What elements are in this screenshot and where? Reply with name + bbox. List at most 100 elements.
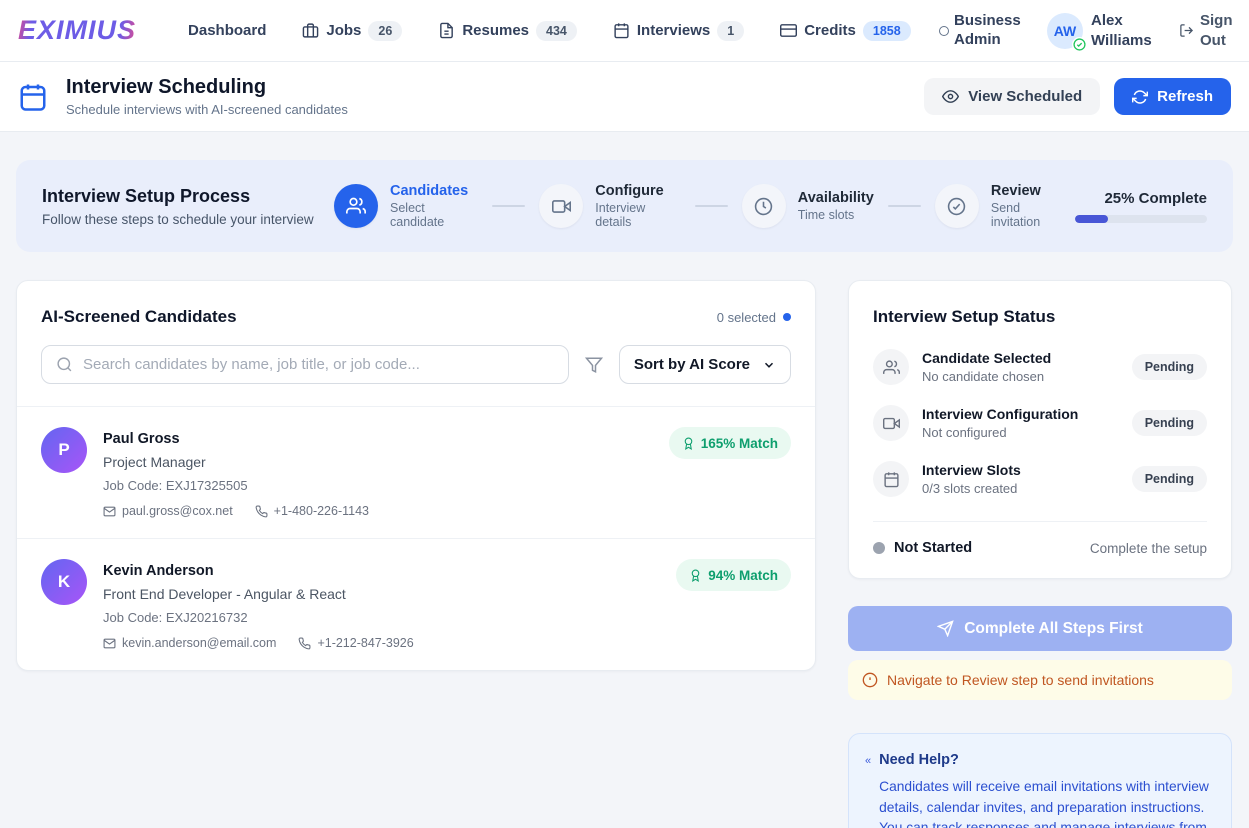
overall-status-label: Not Started xyxy=(894,540,972,556)
nav-interviews-label: Interviews xyxy=(637,22,710,39)
overall-status-hint: Complete the setup xyxy=(1090,541,1207,556)
nav-dashboard[interactable]: Dashboard xyxy=(188,22,266,39)
candidate-row[interactable]: K Kevin Anderson Front End Developer - A… xyxy=(17,538,815,670)
phone-icon xyxy=(255,505,268,518)
progress-label: 25% Complete xyxy=(1075,190,1207,207)
candidate-avatar: P xyxy=(41,427,87,473)
step-connector xyxy=(695,205,728,207)
step-sublabel: Select candidate xyxy=(390,201,478,229)
step-connector xyxy=(492,205,525,207)
status-subtitle: No candidate chosen xyxy=(922,369,1132,384)
setup-process-banner: Interview Setup Process Follow these ste… xyxy=(16,160,1233,252)
match-score-text: 165% Match xyxy=(701,436,778,451)
right-column: Interview Setup Status Candidate Selecte… xyxy=(848,280,1232,828)
candidate-job-code: Job Code: EXJ20216732 xyxy=(103,610,676,625)
candidate-job-code: Job Code: EXJ17325505 xyxy=(103,478,669,493)
nav-credits-label: Credits xyxy=(804,22,856,39)
warning-text: Navigate to Review step to send invitati… xyxy=(887,672,1154,688)
header-actions: View Scheduled Refresh xyxy=(924,78,1231,115)
users-icon xyxy=(873,349,909,385)
refresh-icon xyxy=(1132,89,1148,105)
view-scheduled-button[interactable]: View Scheduled xyxy=(924,78,1100,115)
avatar: AW xyxy=(1047,13,1083,49)
search-input[interactable] xyxy=(83,356,554,373)
status-text: Interview Configuration Not configured xyxy=(922,406,1132,440)
clock-icon xyxy=(742,184,786,228)
jobs-count-badge: 26 xyxy=(368,21,402,41)
filter-icon[interactable] xyxy=(585,356,603,374)
nav-items: Dashboard Jobs 26 Resumes 434 Interviews… xyxy=(188,21,911,41)
step-configure[interactable]: Configure Interview details xyxy=(539,183,681,229)
step-label: Review xyxy=(991,183,1069,199)
status-item-candidate: Candidate Selected No candidate chosen P… xyxy=(873,349,1207,385)
candidate-role: Project Manager xyxy=(103,454,669,470)
candidate-role: Front End Developer - Angular & React xyxy=(103,586,676,602)
status-item-configuration: Interview Configuration Not configured P… xyxy=(873,405,1207,441)
setup-status-title: Interview Setup Status xyxy=(873,307,1207,327)
status-badge: Pending xyxy=(1132,410,1207,436)
users-icon xyxy=(334,184,378,228)
calendar-icon xyxy=(873,461,909,497)
selected-count: 0 selected xyxy=(717,310,791,325)
warning-banner: Navigate to Review step to send invitati… xyxy=(848,660,1232,700)
nav-credits[interactable]: Credits 1858 xyxy=(780,21,911,41)
status-text: Interview Slots 0/3 slots created xyxy=(922,462,1132,496)
step-availability-text: Availability Time slots xyxy=(798,190,874,222)
credits-count-badge: 1858 xyxy=(863,21,911,41)
verified-check-icon xyxy=(1072,37,1087,52)
nav-interviews[interactable]: Interviews 1 xyxy=(613,21,744,41)
step-label: Candidates xyxy=(390,183,478,199)
phone-icon xyxy=(298,637,311,650)
setup-process-subtitle: Follow these steps to schedule your inte… xyxy=(42,212,334,227)
complete-all-steps-button[interactable]: Complete All Steps First xyxy=(848,606,1232,651)
refresh-button[interactable]: Refresh xyxy=(1114,78,1231,115)
step-review[interactable]: Review Send invitation xyxy=(935,183,1069,229)
sign-out-button[interactable]: Sign Out xyxy=(1179,11,1231,50)
nav-jobs-label: Jobs xyxy=(326,22,361,39)
candidate-name: Kevin Anderson xyxy=(103,559,676,579)
setup-progress: 25% Complete xyxy=(1075,190,1207,223)
help-title: Need Help? xyxy=(879,752,1213,768)
match-score-badge: 94% Match xyxy=(676,559,791,591)
video-camera-icon xyxy=(539,184,583,228)
status-subtitle: 0/3 slots created xyxy=(922,481,1132,496)
page-header: Interview Scheduling Schedule interviews… xyxy=(0,62,1249,132)
nav-dashboard-label: Dashboard xyxy=(188,22,266,39)
step-review-text: Review Send invitation xyxy=(991,183,1069,229)
match-score-badge: 165% Match xyxy=(669,427,791,459)
step-connector xyxy=(888,205,921,207)
mail-icon xyxy=(103,637,116,650)
log-out-icon xyxy=(1179,23,1194,38)
candidate-phone-text: +1-212-847-3926 xyxy=(317,636,413,650)
candidate-email-text: kevin.anderson@email.com xyxy=(122,636,276,650)
navbar-right: Business Admin AW Alex Williams Sign Out xyxy=(939,11,1231,50)
nav-jobs[interactable]: Jobs 26 xyxy=(302,21,402,41)
page-header-text: Interview Scheduling Schedule interviews… xyxy=(66,76,348,117)
user-name: Alex Williams xyxy=(1091,11,1155,50)
calendar-icon xyxy=(18,82,48,112)
candidate-contacts: kevin.anderson@email.com +1-212-847-3926 xyxy=(103,636,676,650)
role-label: Business Admin xyxy=(954,12,1023,50)
step-candidates[interactable]: Candidates Select candidate xyxy=(334,183,478,229)
status-item-slots: Interview Slots 0/3 slots created Pendin… xyxy=(873,461,1207,497)
refresh-label: Refresh xyxy=(1157,88,1213,105)
user-menu[interactable]: AW Alex Williams xyxy=(1047,11,1155,50)
status-footer: Not Started Complete the setup xyxy=(873,521,1207,556)
status-name: Interview Slots xyxy=(922,462,1132,478)
candidates-title: AI-Screened Candidates xyxy=(41,307,237,327)
step-sublabel: Interview details xyxy=(595,201,681,229)
candidate-row[interactable]: P Paul Gross Project Manager Job Code: E… xyxy=(17,406,815,538)
status-text: Candidate Selected No candidate chosen xyxy=(922,350,1132,384)
candidate-phone-text: +1-480-226-1143 xyxy=(274,504,369,518)
nav-resumes[interactable]: Resumes 434 xyxy=(438,21,577,41)
eximius-logo[interactable]: EXIMIUS xyxy=(18,15,136,46)
sort-select[interactable]: Sort by AI Score xyxy=(619,345,791,384)
mail-icon xyxy=(103,505,116,518)
overall-status: Not Started xyxy=(873,540,972,556)
award-icon xyxy=(689,569,702,582)
calendar-icon xyxy=(613,22,630,39)
step-candidates-text: Candidates Select candidate xyxy=(390,183,478,229)
step-availability[interactable]: Availability Time slots xyxy=(742,184,874,228)
candidate-email: paul.gross@cox.net xyxy=(103,504,233,518)
help-content: Need Help? Candidates will receive email… xyxy=(879,752,1213,828)
